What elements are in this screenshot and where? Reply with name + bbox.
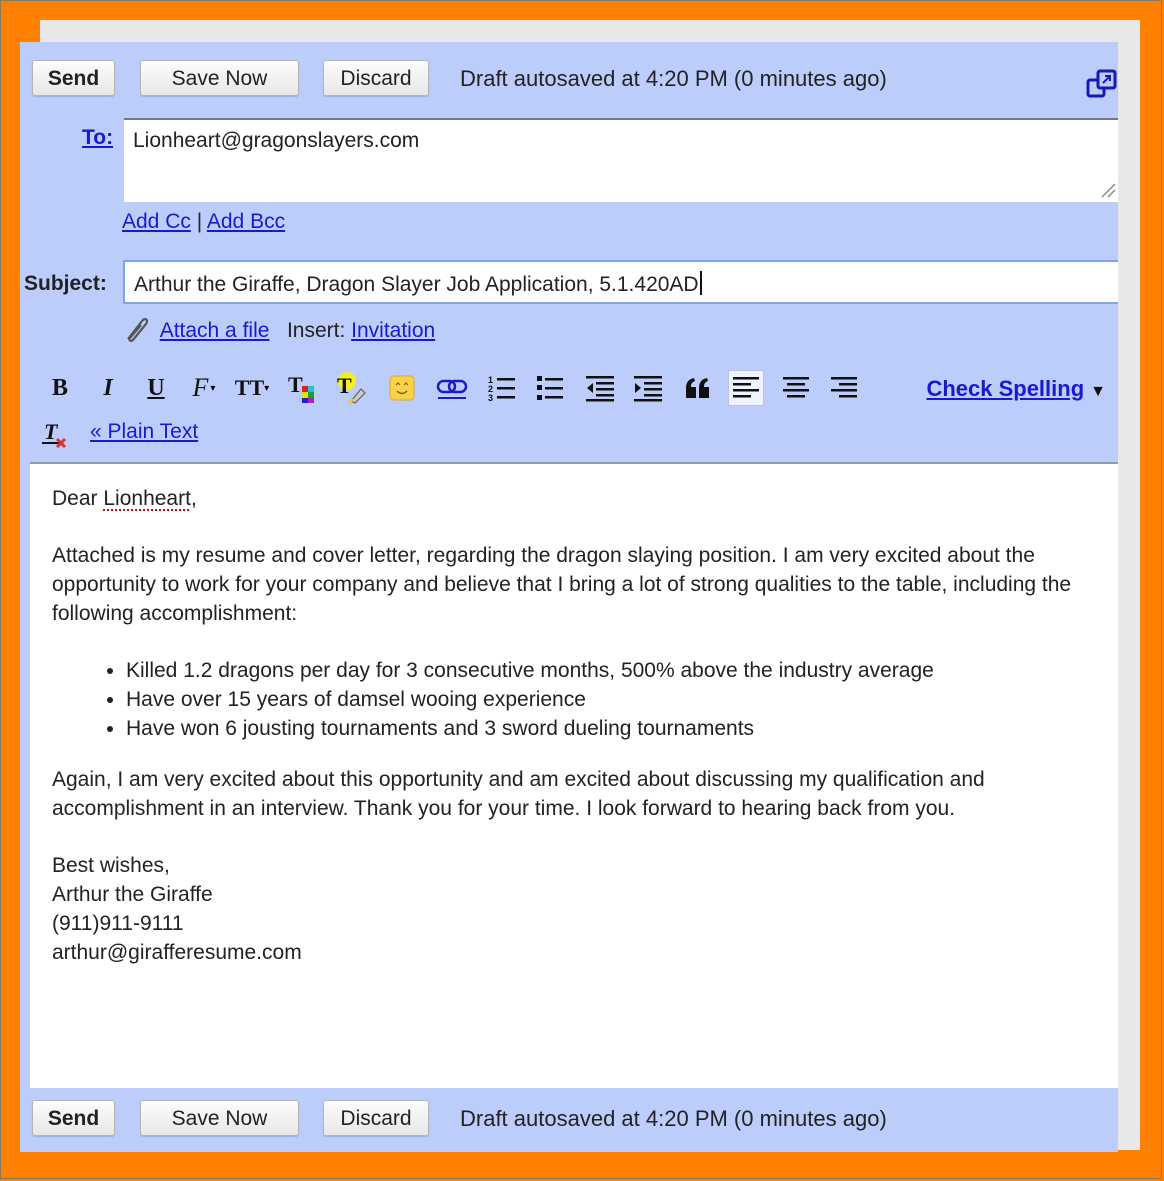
signature-line: (911)911-9111	[52, 912, 184, 935]
attach-row: Attach a file Insert: Invitation	[120, 315, 435, 343]
signature: Best wishes, Arthur the Giraffe (911)911…	[52, 851, 1112, 967]
svg-text:T: T	[337, 373, 352, 398]
resize-handle-icon[interactable]	[1098, 180, 1116, 198]
indent-more-icon	[634, 376, 662, 402]
popout-window-icon[interactable]	[1086, 68, 1118, 102]
check-spelling-dropdown-icon[interactable]: ▼	[1090, 383, 1106, 400]
underline-icon: U	[147, 374, 165, 401]
link-button[interactable]	[434, 370, 470, 406]
signature-line: Best wishes,	[52, 854, 170, 877]
quote-button[interactable]	[680, 370, 716, 406]
highlight-button[interactable]: T	[332, 370, 368, 406]
align-left-button[interactable]	[728, 370, 764, 406]
font-size-icon: TT	[234, 375, 265, 400]
subject-field-value: Arthur the Giraffe, Dragon Slayer Job Ap…	[134, 271, 702, 297]
autosave-status: Draft autosaved at 4:20 PM (0 minutes ag…	[460, 1106, 887, 1131]
add-cc-link[interactable]: Add Cc	[122, 210, 191, 233]
check-spelling-control: Check Spelling ▼	[926, 376, 1106, 402]
list-item: Have over 15 years of damsel wooing expe…	[126, 685, 1112, 714]
link-icon	[436, 379, 468, 399]
link-separator: |	[196, 210, 203, 233]
align-center-icon	[783, 377, 809, 398]
svg-text:3: 3	[488, 393, 493, 403]
bold-button[interactable]: B	[42, 370, 78, 406]
text-color-icon: T	[288, 372, 314, 403]
top-action-bar: Send Save Now Discard Draft autosaved at…	[20, 42, 1118, 112]
numbered-list-icon: 1 2 3	[488, 375, 515, 403]
bold-icon: B	[51, 374, 68, 401]
message-body-editor[interactable]: Dear Lionheart, Attached is my resume an…	[30, 462, 1118, 1088]
to-field[interactable]: Lionheart@gragonslayers.com	[124, 118, 1118, 202]
align-left-icon	[733, 377, 759, 398]
save-now-button[interactable]: Save Now	[140, 1100, 299, 1136]
align-right-icon	[831, 377, 857, 398]
quote-icon	[686, 378, 709, 398]
signature-line: Arthur the Giraffe	[52, 883, 213, 906]
font-icon: F	[192, 373, 209, 402]
discard-button[interactable]: Discard	[323, 1100, 429, 1136]
attach-file-link[interactable]: Attach a file	[160, 319, 270, 342]
list-item: Have won 6 jousting tournaments and 3 sw…	[126, 714, 1112, 743]
underline-button[interactable]: U	[138, 370, 174, 406]
highlight-icon: T	[337, 372, 366, 405]
cc-bcc-links: Add Cc | Add Bcc	[122, 210, 285, 234]
subject-field[interactable]: Arthur the Giraffe, Dragon Slayer Job Ap…	[123, 260, 1118, 304]
list-item: Killed 1.2 dragons per day for 3 consecu…	[126, 656, 1112, 685]
indent-more-button[interactable]	[630, 370, 666, 406]
bulleted-list-icon	[537, 376, 563, 400]
autosave-status: Draft autosaved at 4:20 PM (0 minutes ag…	[460, 66, 887, 91]
svg-text:T: T	[288, 372, 303, 397]
misspelled-word[interactable]: Lionheart	[103, 487, 191, 510]
plain-text-link[interactable]: « Plain Text	[90, 420, 198, 444]
paperclip-icon	[127, 318, 149, 342]
compose-window: Send Save Now Discard Draft autosaved at…	[20, 42, 1118, 1152]
invitation-link[interactable]: Invitation	[351, 319, 435, 342]
bottom-action-bar: Send Save Now Discard Draft autosaved at…	[20, 1082, 1118, 1152]
greeting: Dear Lionheart,	[52, 487, 197, 510]
paragraph-intro: Attached is my resume and cover letter, …	[52, 544, 1072, 625]
italic-button[interactable]: I	[90, 370, 126, 406]
bulleted-list-button[interactable]	[532, 370, 568, 406]
align-right-button[interactable]	[826, 370, 862, 406]
save-now-button[interactable]: Save Now	[140, 60, 299, 96]
discard-button[interactable]: Discard	[323, 60, 429, 96]
formatting-toolbar: B I U F ▾ TT ▾ T T 1 2 3 Check Spelling …	[20, 370, 1118, 410]
signature-line: arthur@girafferesume.com	[52, 941, 302, 964]
emoticon-button[interactable]	[384, 370, 420, 406]
smiley-icon	[389, 375, 415, 401]
align-center-button[interactable]	[778, 370, 814, 406]
to-label-link[interactable]: To:	[82, 126, 113, 150]
numbered-list-button[interactable]: 1 2 3	[484, 370, 520, 406]
remove-formatting-button[interactable]: T	[38, 416, 74, 452]
indent-less-button[interactable]	[582, 370, 618, 406]
send-button[interactable]: Send	[32, 1100, 115, 1136]
text-cursor	[699, 271, 702, 295]
paragraph-closing: Again, I am very excited about this oppo…	[52, 768, 985, 820]
font-button[interactable]: F ▾	[186, 370, 222, 406]
to-field-value: Lionheart@gragonslayers.com	[133, 129, 420, 152]
font-size-button[interactable]: TT ▾	[234, 370, 270, 406]
check-spelling-link[interactable]: Check Spelling	[926, 376, 1084, 401]
subject-label: Subject:	[24, 272, 107, 295]
italic-icon: I	[103, 374, 113, 401]
remove-formatting-icon: T	[42, 419, 67, 449]
add-bcc-link[interactable]: Add Bcc	[207, 210, 285, 233]
accomplishments-list: Killed 1.2 dragons per day for 3 consecu…	[52, 656, 1112, 743]
message-body-text: Dear Lionheart, Attached is my resume an…	[52, 484, 1112, 967]
send-button[interactable]: Send	[32, 60, 115, 96]
insert-label: Insert:	[286, 319, 346, 342]
text-color-button[interactable]: T	[284, 370, 320, 406]
indent-less-icon	[586, 376, 614, 402]
